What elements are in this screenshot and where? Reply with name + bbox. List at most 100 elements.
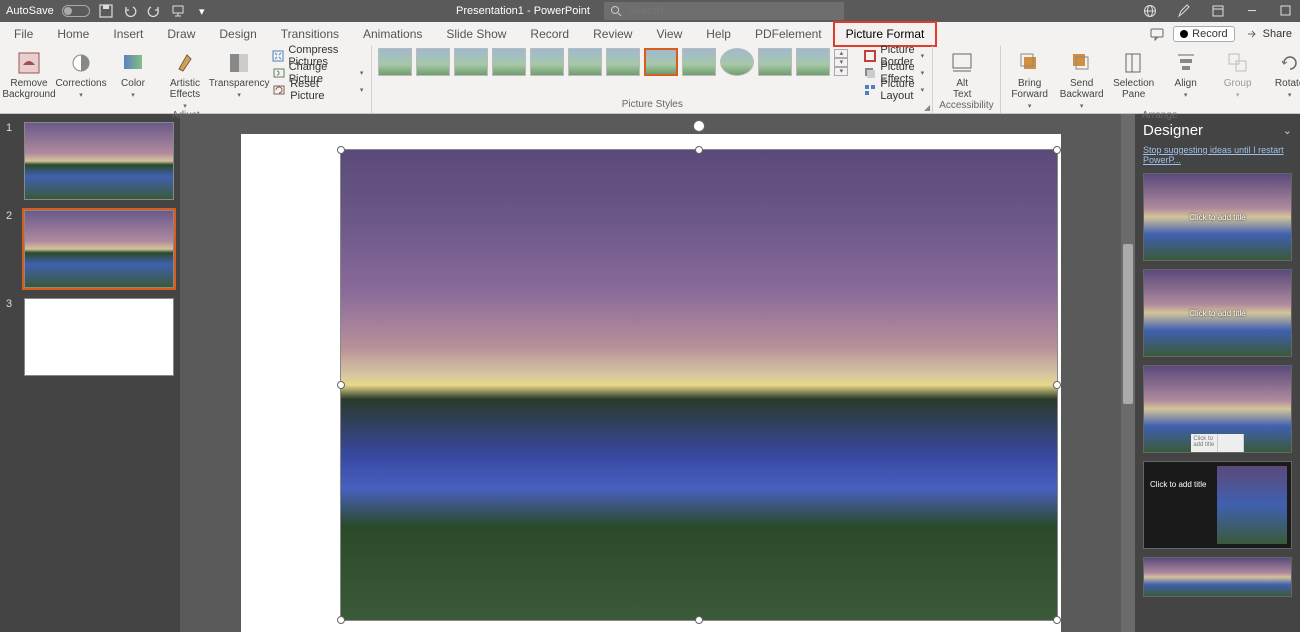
- design-idea-1[interactable]: Click to add title: [1143, 173, 1292, 261]
- thumbnail-3[interactable]: 3: [6, 298, 174, 376]
- designer-stop-suggesting-link[interactable]: Stop suggesting ideas until I restart Po…: [1143, 145, 1292, 165]
- gallery-up-button[interactable]: ▴: [834, 49, 848, 58]
- handle-se[interactable]: [1053, 616, 1061, 624]
- designer-title: Designer: [1143, 122, 1203, 139]
- design-idea-2[interactable]: Click to add title: [1143, 269, 1292, 357]
- gallery-more-button[interactable]: ▾: [834, 67, 848, 76]
- thumbnail-1[interactable]: 1: [6, 122, 174, 200]
- ribbon-display-icon[interactable]: [1210, 4, 1226, 18]
- rotate-button[interactable]: Rotate▾: [1267, 48, 1300, 99]
- search-box[interactable]: [604, 2, 844, 20]
- handle-n[interactable]: [695, 146, 703, 154]
- handle-ne[interactable]: [1053, 146, 1061, 154]
- picture-layout-button[interactable]: Picture Layout ▾: [862, 82, 926, 98]
- thumbnail-slide-3[interactable]: [24, 298, 174, 376]
- minimize-button[interactable]: ─: [1244, 4, 1260, 18]
- style-item-9[interactable]: [682, 48, 716, 76]
- handle-e[interactable]: [1053, 381, 1061, 389]
- align-button[interactable]: Align▾: [1163, 48, 1209, 99]
- style-item-3[interactable]: [454, 48, 488, 76]
- design-idea-5[interactable]: [1143, 557, 1292, 597]
- style-item-12[interactable]: [796, 48, 830, 76]
- pen-icon[interactable]: [1176, 4, 1192, 18]
- group-picture-styles: ▴ ▾ ▾ Picture Border ▾ Picture Effects ▾…: [372, 46, 933, 113]
- style-item-8[interactable]: [644, 48, 678, 76]
- share-button[interactable]: Share: [1243, 26, 1294, 42]
- selection-pane-button[interactable]: Selection Pane: [1111, 48, 1157, 100]
- bring-forward-icon: [1017, 50, 1043, 76]
- color-button[interactable]: Color▾: [110, 48, 156, 99]
- group-button[interactable]: Group▾: [1215, 48, 1261, 99]
- rotate-icon: [1277, 50, 1300, 76]
- group-arrange: Bring Forward▾ Send Backward▾ Selection …: [1001, 46, 1300, 113]
- tab-review[interactable]: Review: [581, 22, 644, 46]
- handle-sw[interactable]: [337, 616, 345, 624]
- designer-collapse-icon[interactable]: ⌄: [1283, 124, 1292, 137]
- search-icon: [610, 5, 622, 17]
- bring-forward-button[interactable]: Bring Forward▾: [1007, 48, 1053, 110]
- tab-pdfelement[interactable]: PDFelement: [743, 22, 834, 46]
- gallery-down-button[interactable]: ▾: [834, 58, 848, 67]
- tab-picture-format[interactable]: Picture Format: [834, 22, 937, 46]
- handle-w[interactable]: [337, 381, 345, 389]
- design-idea-4[interactable]: Click to add title: [1143, 461, 1292, 549]
- comments-icon[interactable]: [1149, 27, 1165, 41]
- tab-help[interactable]: Help: [694, 22, 743, 46]
- styles-dialog-launcher[interactable]: ◢: [924, 103, 930, 112]
- design-idea-3[interactable]: Click to add title: [1143, 365, 1292, 453]
- current-slide[interactable]: [241, 134, 1061, 632]
- tab-draw[interactable]: Draw: [155, 22, 207, 46]
- tab-insert[interactable]: Insert: [101, 22, 155, 46]
- tab-design[interactable]: Design: [207, 22, 268, 46]
- save-icon[interactable]: [98, 4, 114, 18]
- style-item-11[interactable]: [758, 48, 792, 76]
- style-item-6[interactable]: [568, 48, 602, 76]
- tab-transitions[interactable]: Transitions: [269, 22, 351, 46]
- style-item-4[interactable]: [492, 48, 526, 76]
- globe-icon[interactable]: [1142, 4, 1158, 18]
- search-input[interactable]: [628, 5, 838, 17]
- alt-text-button[interactable]: Alt Text: [939, 48, 985, 100]
- thumbnail-slide-2[interactable]: [24, 210, 174, 288]
- corrections-button[interactable]: Corrections▾: [58, 48, 104, 99]
- color-icon: [120, 50, 146, 76]
- vertical-scrollbar[interactable]: [1121, 114, 1135, 632]
- thumbnail-2[interactable]: 2: [6, 210, 174, 288]
- thumbnail-slide-1[interactable]: [24, 122, 174, 200]
- share-icon: [1245, 27, 1259, 41]
- alt-text-icon: [949, 50, 975, 76]
- scrollbar-thumb[interactable]: [1123, 244, 1133, 404]
- tab-slideshow[interactable]: Slide Show: [434, 22, 518, 46]
- artistic-effects-button[interactable]: Artistic Effects▾: [162, 48, 208, 110]
- slide-canvas[interactable]: [180, 114, 1121, 632]
- tab-record[interactable]: Record: [518, 22, 581, 46]
- style-item-1[interactable]: [378, 48, 412, 76]
- title-bar: AutoSave ▾ Presentation1 - PowerPoint ─: [0, 0, 1300, 22]
- autosave-toggle[interactable]: [62, 5, 90, 17]
- remove-background-button[interactable]: Remove Background: [6, 48, 52, 100]
- tab-file[interactable]: File: [2, 22, 45, 46]
- record-button[interactable]: Record: [1173, 26, 1234, 42]
- redo-icon[interactable]: [146, 4, 162, 18]
- tab-view[interactable]: View: [644, 22, 694, 46]
- rotation-handle[interactable]: [693, 120, 705, 132]
- undo-icon[interactable]: [122, 4, 138, 18]
- style-item-10[interactable]: [720, 48, 754, 76]
- maximize-button[interactable]: [1278, 4, 1294, 18]
- corrections-icon: [68, 50, 94, 76]
- selected-picture[interactable]: [341, 150, 1057, 620]
- slide-thumbnails-panel[interactable]: 1 2 3: [0, 114, 180, 632]
- handle-nw[interactable]: [337, 146, 345, 154]
- reset-picture-button[interactable]: Reset Picture ▾: [270, 82, 365, 98]
- tab-animations[interactable]: Animations: [351, 22, 434, 46]
- send-backward-button[interactable]: Send Backward▾: [1059, 48, 1105, 110]
- tab-home[interactable]: Home: [45, 22, 101, 46]
- present-icon[interactable]: [170, 4, 186, 18]
- send-backward-icon: [1069, 50, 1095, 76]
- style-item-5[interactable]: [530, 48, 564, 76]
- style-item-2[interactable]: [416, 48, 450, 76]
- transparency-button[interactable]: Transparency▾: [214, 48, 264, 99]
- handle-s[interactable]: [695, 616, 703, 624]
- style-item-7[interactable]: [606, 48, 640, 76]
- qat-more-icon[interactable]: ▾: [194, 4, 210, 18]
